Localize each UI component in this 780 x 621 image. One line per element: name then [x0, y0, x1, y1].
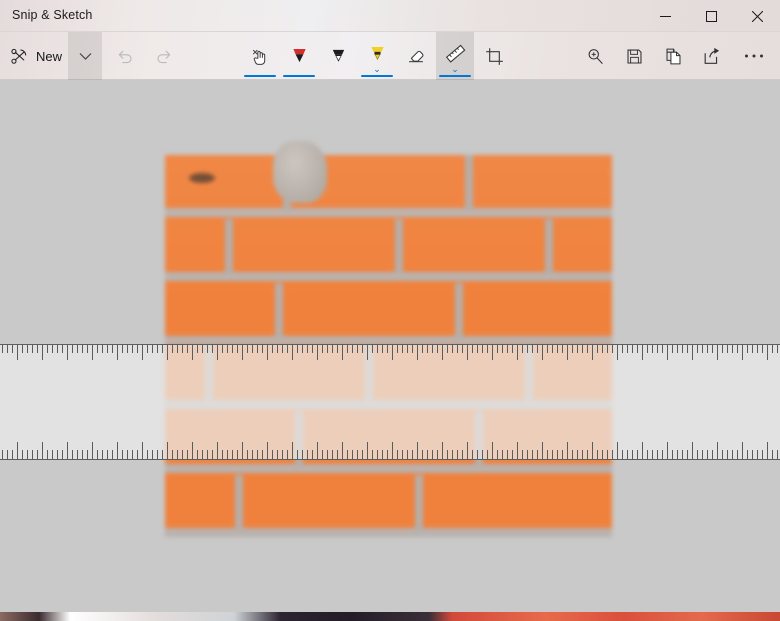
tool-crop[interactable]: [475, 32, 513, 80]
share-button[interactable]: [692, 32, 732, 80]
ruler-ticks-top: [0, 345, 780, 367]
snip-and-sketch-window: Snip & Sketch New ⌄ ⌄: [0, 0, 780, 621]
crop-icon: [485, 47, 503, 65]
toolbar: New ⌄ ⌄: [0, 32, 780, 80]
title-bar: Snip & Sketch: [0, 0, 780, 32]
new-snip-button[interactable]: New: [0, 32, 68, 80]
chevron-down-icon: ⌄: [373, 64, 381, 74]
maximize-button[interactable]: [688, 0, 734, 32]
tool-active-underline: [439, 74, 471, 77]
tool-active-underline: [361, 74, 393, 77]
new-snip-dropdown-button[interactable]: [68, 32, 102, 80]
minimize-icon: [659, 15, 671, 17]
chevron-down-icon: ⌄: [451, 64, 459, 74]
background-window-peek: [0, 612, 780, 621]
save-button[interactable]: [614, 32, 654, 80]
ballpoint-pen-icon: [292, 49, 306, 63]
floppy-disk-icon: [626, 48, 642, 64]
tool-highlighter[interactable]: ⌄: [358, 32, 396, 80]
close-icon: [751, 10, 763, 22]
editing-canvas[interactable]: 0° @ hi-tech vk: [0, 80, 780, 621]
highlighter-icon: [370, 46, 384, 60]
copy-pages-icon: [666, 48, 680, 64]
tool-pencil[interactable]: [319, 32, 357, 80]
ruler-icon: [445, 44, 465, 63]
tool-touch-writing[interactable]: [241, 32, 279, 80]
ellipsis-icon: [745, 54, 763, 58]
undo-arrow-icon: [118, 50, 132, 63]
close-button[interactable]: [734, 0, 780, 32]
ruler-ticks-bottom: [0, 437, 780, 459]
eraser-icon: [409, 50, 424, 63]
redo-button[interactable]: [144, 32, 184, 80]
magnifier-plus-icon: [588, 48, 603, 64]
tool-active-underline: [244, 74, 276, 77]
zoom-button[interactable]: [575, 32, 615, 80]
new-snip-label: New: [35, 48, 62, 64]
window-controls: [642, 0, 780, 32]
copy-button[interactable]: [653, 32, 693, 80]
snip-scissors-icon: [11, 48, 27, 64]
tool-ruler[interactable]: ⌄: [436, 32, 474, 80]
touch-hand-icon: [252, 49, 265, 65]
window-title: Snip & Sketch: [12, 8, 93, 22]
tool-eraser[interactable]: [397, 32, 435, 80]
tool-active-underline: [283, 74, 315, 77]
chevron-down-icon: [79, 52, 91, 60]
share-arrow-icon: [704, 47, 720, 64]
undo-button[interactable]: [104, 32, 144, 80]
minimize-button[interactable]: [642, 0, 688, 32]
more-options-button[interactable]: [734, 32, 774, 80]
pencil-icon: [332, 49, 344, 62]
maximize-icon: [705, 10, 717, 22]
ruler-overlay[interactable]: 0°: [0, 344, 780, 460]
redo-arrow-icon: [156, 50, 170, 63]
tool-ballpoint-pen[interactable]: [280, 32, 318, 80]
